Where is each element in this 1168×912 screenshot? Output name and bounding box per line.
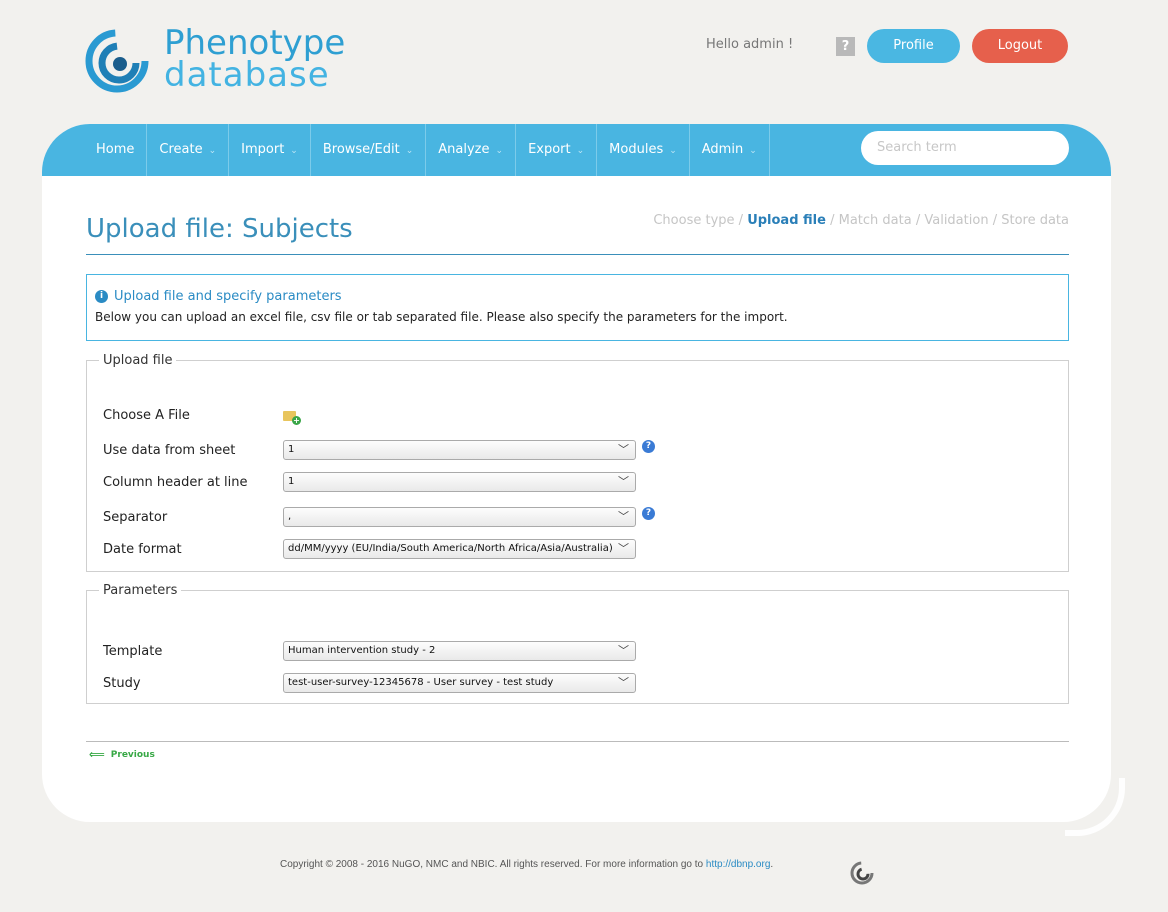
step-separator: /	[734, 213, 748, 228]
nav-item-label: Admin	[701, 142, 744, 157]
info-title: i Upload file and specify parameters	[95, 289, 1060, 304]
nav-item-modules[interactable]: Modules ⌄	[597, 124, 690, 176]
footer-logo-icon	[850, 861, 874, 885]
chevron-down-icon: ﹀	[618, 644, 629, 657]
bottom-divider	[86, 741, 1069, 742]
separator-row: Separator , ﹀ ?	[103, 506, 655, 527]
sheet-label: Use data from sheet	[103, 442, 236, 458]
nav-item-export[interactable]: Export ⌄	[516, 124, 598, 176]
nav-item-create[interactable]: Create ⌄	[147, 124, 230, 176]
step-choose-type: Choose type	[653, 213, 735, 228]
separator-select[interactable]: , ﹀	[283, 507, 636, 527]
sheet-row: Use data from sheet 1 ﹀ ?	[103, 439, 655, 460]
chevron-down-icon: ﹀	[618, 475, 629, 488]
date-format-value: dd/MM/yyyy (EU/India/South America/North…	[288, 543, 613, 554]
study-row: Study test-user-survey-12345678 - User s…	[103, 673, 636, 693]
chevron-down-icon: ⌄	[208, 146, 217, 156]
nav-menu: Home Create ⌄ Import ⌄ Browse/Edit ⌄ Analyz…	[42, 124, 770, 176]
step-store-data: Store data	[1001, 213, 1069, 228]
sheet-select[interactable]: 1 ﹀	[283, 440, 636, 460]
nav-item-label: Browse/Edit	[322, 142, 400, 157]
nav-item-label: Home	[96, 142, 135, 157]
chevron-down-icon: ﹀	[616, 540, 629, 558]
nav-item-analyze[interactable]: Analyze ⌄	[426, 124, 517, 176]
footer-text: Copyright © 2008 - 2016 NuGO, NMC and NB…	[280, 859, 706, 870]
choose-file-row: Choose A File +	[103, 408, 301, 425]
step-match-data: Match data	[838, 213, 912, 228]
chevron-down-icon: ﹀	[618, 443, 629, 456]
add-folder-icon[interactable]: +	[283, 409, 301, 425]
upload-fieldset: Upload file Choose A File + Use data fro…	[86, 353, 1069, 572]
previous-link[interactable]: ⟸ Previous	[89, 748, 155, 761]
study-value: test-user-survey-12345678 - User survey …	[288, 677, 554, 688]
parameters-fieldset: Parameters Template Human intervention s…	[86, 583, 1069, 704]
parameters-legend: Parameters	[103, 583, 178, 598]
chevron-down-icon: ⌄	[405, 146, 414, 156]
step-validation: Validation	[924, 213, 989, 228]
date-format-select[interactable]: dd/MM/yyyy (EU/India/South America/North…	[283, 539, 636, 559]
logo[interactable]: Phenotype database	[84, 26, 374, 106]
step-separator: /	[988, 213, 1002, 228]
step-upload-file: Upload file	[747, 213, 826, 228]
header-line-select[interactable]: 1 ﹀	[283, 472, 636, 492]
template-select[interactable]: Human intervention study - 2 ﹀	[283, 641, 636, 661]
chevron-down-icon: ⌄	[290, 146, 298, 156]
header-line-value: 1	[288, 476, 295, 487]
date-format-row: Date format dd/MM/yyyy (EU/India/South A…	[103, 539, 636, 559]
info-icon: i	[95, 290, 108, 303]
template-row: Template Human intervention study - 2 ﹀	[103, 641, 636, 661]
logo-icon	[85, 29, 149, 93]
panel-corner-decoration	[1065, 778, 1125, 836]
nav-item-import[interactable]: Import ⌄	[229, 124, 311, 176]
info-box: i Upload file and specify parameters Bel…	[86, 274, 1069, 341]
profile-button[interactable]: Profile	[867, 29, 960, 63]
info-text: Below you can upload an excel file, csv …	[95, 310, 788, 324]
template-value: Human intervention study - 2	[288, 645, 436, 656]
footer-link[interactable]: http://dbnp.org	[706, 859, 771, 870]
help-icon[interactable]: ?	[642, 506, 655, 520]
step-separator: /	[825, 213, 839, 228]
nav-item-label: Import	[241, 142, 285, 157]
previous-label: Previous	[110, 749, 155, 760]
chevron-down-icon: ﹀	[618, 676, 629, 689]
nav-item-browse-edit[interactable]: Browse/Edit ⌄	[311, 124, 427, 176]
chevron-down-icon: ⌄	[576, 146, 585, 156]
separator-value: ,	[288, 511, 292, 522]
choose-file-label: Choose A File	[103, 408, 190, 423]
date-format-label: Date format	[103, 541, 182, 557]
search-input[interactable]: Search term	[861, 131, 1069, 165]
page-title: Upload file: Subjects	[86, 214, 353, 244]
footer-after: .	[770, 859, 774, 870]
title-divider	[86, 254, 1069, 255]
logout-button[interactable]: Logout	[972, 29, 1068, 63]
footer: Copyright © 2008 - 2016 NuGO, NMC and NB…	[280, 859, 773, 870]
nav-item-home[interactable]: Home	[84, 124, 148, 176]
header-line-label: Column header at line	[103, 474, 248, 490]
nav-item-label: Export	[528, 142, 571, 157]
header-line-row: Column header at line 1 ﹀	[103, 472, 636, 492]
logo-text-database: database	[164, 55, 330, 95]
info-title-text: Upload file and specify parameters	[114, 289, 342, 304]
nav-item-label: Modules	[609, 142, 664, 157]
template-label: Template	[103, 643, 163, 659]
wizard-steps: Choose type / Upload file / Match data /…	[653, 213, 1069, 228]
sheet-value: 1	[288, 444, 295, 455]
help-icon[interactable]: ?	[642, 439, 655, 453]
arrow-left-icon: ⟸	[89, 748, 105, 761]
chevron-down-icon: ⌄	[749, 146, 757, 156]
greeting: Hello admin !	[706, 37, 794, 52]
chevron-down-icon: ﹀	[618, 510, 629, 523]
separator-label: Separator	[103, 509, 168, 525]
help-icon[interactable]: ?	[836, 37, 855, 56]
step-separator: /	[911, 213, 925, 228]
nav-item-label: Create	[159, 142, 203, 157]
nav-item-label: Analyze	[438, 142, 490, 157]
chevron-down-icon: ⌄	[669, 146, 677, 156]
chevron-down-icon: ⌄	[495, 146, 504, 156]
nav-item-admin[interactable]: Admin ⌄	[690, 124, 770, 176]
study-label: Study	[103, 675, 141, 691]
upload-legend: Upload file	[103, 353, 173, 368]
study-select[interactable]: test-user-survey-12345678 - User survey …	[283, 673, 636, 693]
